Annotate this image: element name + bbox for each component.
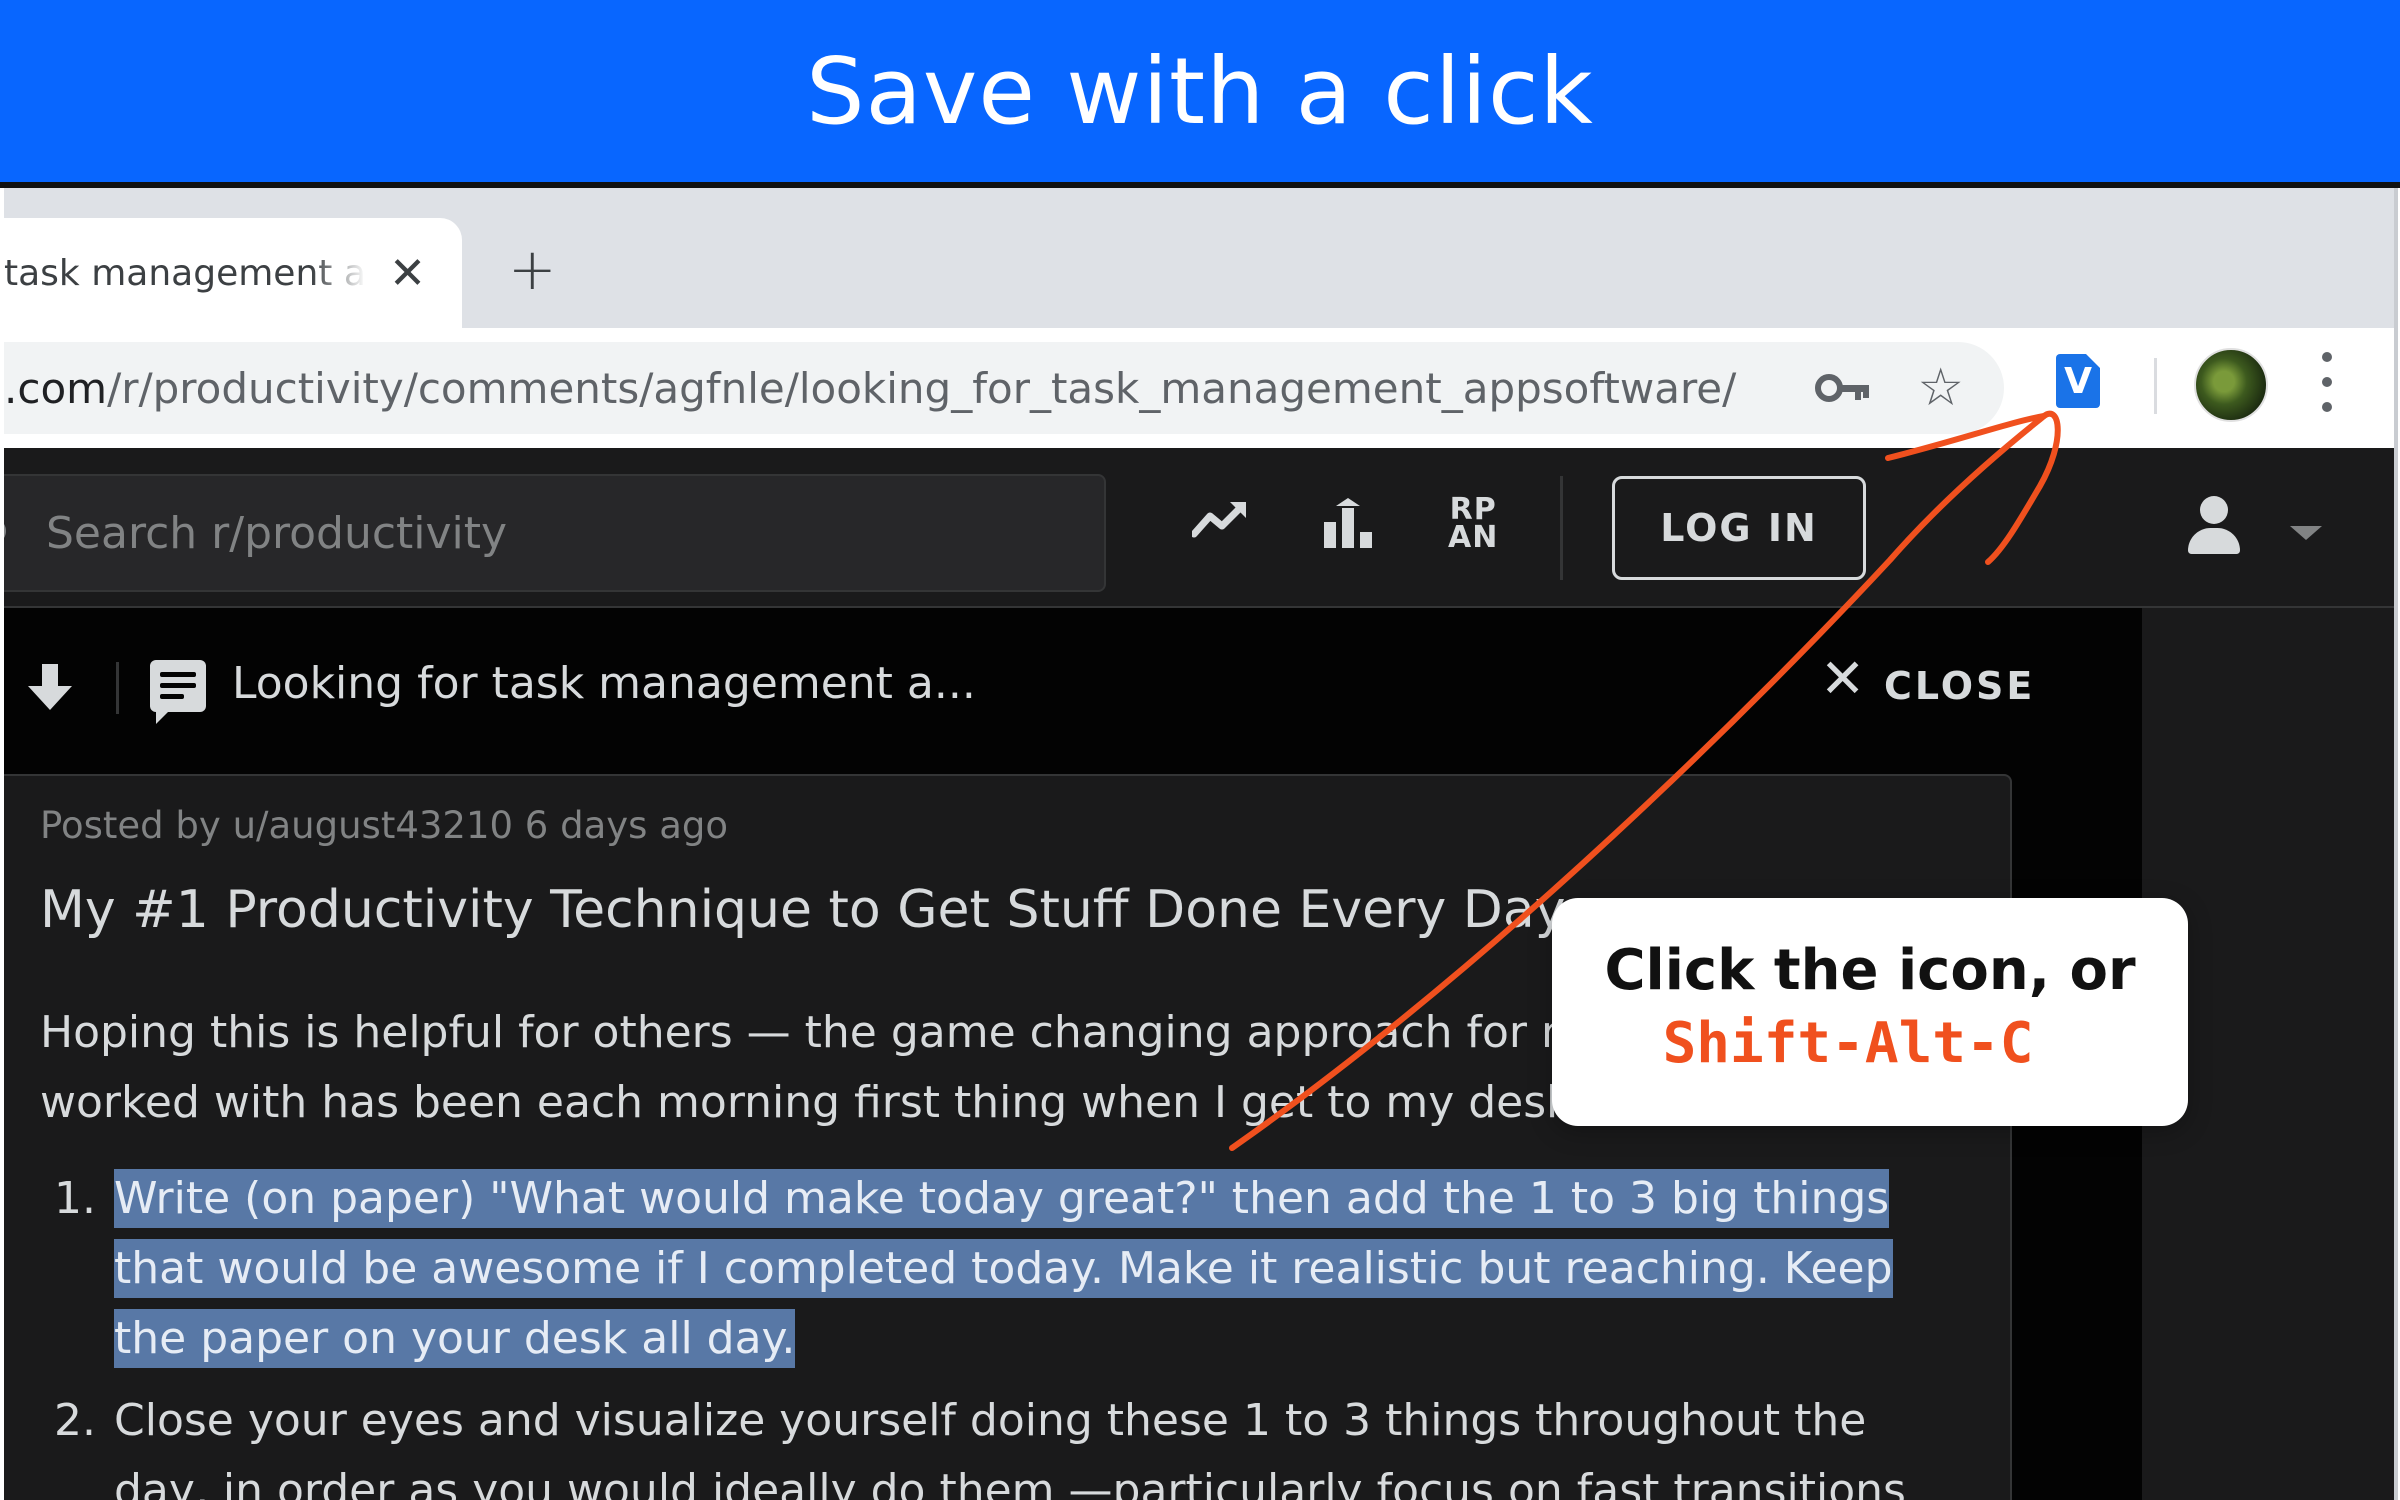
search-input[interactable]: [46, 507, 946, 559]
browser-window: task management app ✕ + .com/r/productiv…: [4, 188, 2398, 1500]
post-title: My #1 Productivity Technique to Get Stuf…: [40, 880, 1566, 940]
post-bar: Looking for task management a... ✕ CLOSE: [4, 608, 2142, 764]
list-text: Close your eyes and visualize yourself d…: [114, 1395, 1906, 1500]
browser-toolbar: .com/r/productivity/comments/agfnle/look…: [4, 328, 2394, 448]
extension-glyph: V: [2064, 360, 2092, 402]
bookmark-star-icon[interactable]: ☆: [1917, 362, 1964, 414]
login-button[interactable]: LOG IN: [1612, 476, 1866, 580]
url-text[interactable]: .com/r/productivity/comments/agfnle/look…: [4, 364, 1736, 413]
list-item: 2. Close your eyes and visualize yoursel…: [40, 1386, 1970, 1500]
tab-strip: task management app ✕ +: [4, 188, 2394, 328]
popular-icon[interactable]: [1322, 498, 1374, 554]
browser-tab[interactable]: task management app ✕: [4, 218, 462, 328]
post-list: 1. Write (on paper) "What would make tod…: [40, 1164, 1970, 1500]
url-path: /r/productivity/comments/agfnle/looking_…: [107, 363, 1737, 413]
banner-title: Save with a click: [806, 37, 1594, 145]
url-host: .com: [4, 363, 108, 413]
downvote-icon[interactable]: [28, 662, 72, 712]
banner: Save with a click: [0, 0, 2400, 182]
rpan-icon[interactable]: RP AN: [1448, 495, 1499, 555]
close-button[interactable]: CLOSE: [1884, 664, 2035, 708]
post-meta: Posted by u/august43210 6 days ago: [40, 804, 728, 847]
highlighted-text: Write (on paper) "What would make today …: [114, 1169, 1893, 1368]
key-icon[interactable]: [1815, 370, 1871, 406]
reddit-header: RP AN LOG IN: [4, 448, 2394, 608]
shortcut-callout: Click the icon, or Shift-Alt-C: [1552, 898, 2188, 1126]
list-item: 1. Write (on paper) "What would make tod…: [40, 1164, 1970, 1374]
search-icon: [4, 518, 6, 544]
chevron-down-icon[interactable]: [2290, 526, 2322, 540]
more-menu-icon[interactable]: [2320, 352, 2334, 412]
extension-icon[interactable]: V: [2056, 354, 2100, 408]
trending-icon[interactable]: [1190, 498, 1248, 542]
address-bar[interactable]: .com/r/productivity/comments/agfnle/look…: [4, 342, 2004, 434]
tab-title: task management app: [4, 252, 366, 294]
user-icon[interactable]: [2186, 496, 2242, 556]
omnibox-icons: ☆: [1815, 342, 1964, 434]
list-number: 2.: [54, 1395, 96, 1446]
postbar-divider: [116, 662, 119, 714]
close-icon[interactable]: ✕: [1820, 652, 1865, 706]
rpan-line2: AN: [1448, 520, 1499, 555]
keyboard-shortcut: Shift-Alt-C: [1662, 1011, 2034, 1076]
comment-icon: [150, 660, 206, 724]
list-number: 1.: [54, 1173, 96, 1224]
search-box[interactable]: [4, 474, 1106, 592]
post-card: Posted by u/august43210 6 days ago My #1…: [4, 774, 2012, 1500]
toolbar-divider: [2154, 358, 2157, 414]
header-divider: [1560, 476, 1563, 580]
callout-text: Click the icon, or: [1604, 938, 2136, 1003]
close-tab-icon[interactable]: ✕: [389, 252, 426, 296]
new-tab-icon[interactable]: +: [508, 240, 557, 298]
profile-avatar[interactable]: [2194, 348, 2268, 422]
postbar-title: Looking for task management a...: [232, 658, 976, 709]
